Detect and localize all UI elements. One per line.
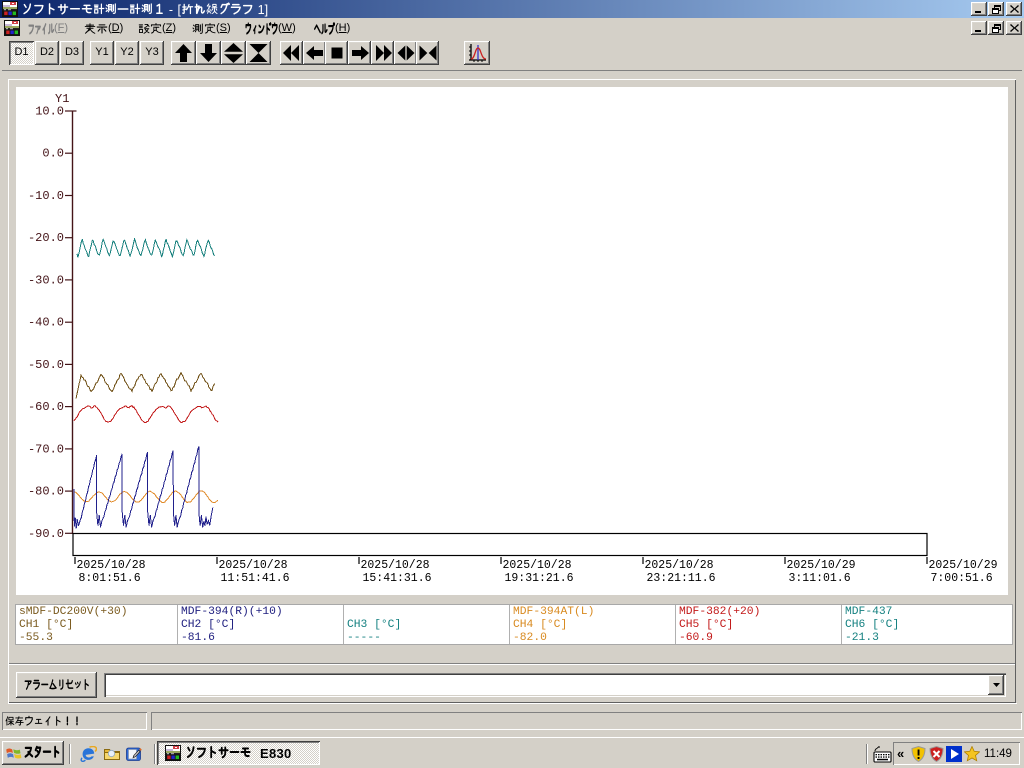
svg-text:10.0: 10.0 — [35, 105, 64, 119]
svg-text:]: ] — [265, 3, 269, 17]
svg-text:19:31:21.6: 19:31:21.6 — [505, 572, 574, 585]
svg-text:11:51:41.6: 11:51:41.6 — [221, 572, 290, 585]
svg-text:-40.0: -40.0 — [28, 316, 64, 330]
svg-text:2025/10/28: 2025/10/28 — [503, 559, 572, 572]
svg-text:0.0: 0.0 — [42, 147, 64, 161]
svg-text:2025/10/28: 2025/10/28 — [77, 559, 146, 572]
svg-text:-50.0: -50.0 — [28, 358, 64, 372]
svg-text:-60.0: -60.0 — [28, 400, 64, 414]
svg-text:-70.0: -70.0 — [28, 442, 64, 456]
svg-text:3:11:01.6: 3:11:01.6 — [789, 572, 851, 585]
svg-text:1: 1 — [258, 3, 265, 17]
svg-text:2025/10/28: 2025/10/28 — [645, 559, 714, 572]
svg-text:2025/10/28: 2025/10/28 — [361, 559, 430, 572]
svg-text:-10.0: -10.0 — [28, 189, 64, 203]
svg-text:7:00:51.6: 7:00:51.6 — [931, 572, 993, 585]
svg-text:-80.0: -80.0 — [28, 485, 64, 499]
svg-text:-30.0: -30.0 — [28, 273, 64, 287]
svg-text:Y1: Y1 — [55, 92, 69, 106]
svg-text:-20.0: -20.0 — [28, 231, 64, 245]
svg-text:-90.0: -90.0 — [28, 527, 64, 541]
svg-text:8:01:51.6: 8:01:51.6 — [79, 572, 141, 585]
svg-text:23:21:11.6: 23:21:11.6 — [647, 572, 716, 585]
svg-text:2025/10/29: 2025/10/29 — [787, 559, 856, 572]
svg-text:2025/10/28: 2025/10/28 — [219, 559, 288, 572]
svg-text:15:41:31.6: 15:41:31.6 — [363, 572, 432, 585]
svg-text:[: [ — [177, 3, 181, 17]
svg-text:2025/10/29: 2025/10/29 — [929, 559, 998, 572]
svg-text:-: - — [169, 3, 173, 17]
